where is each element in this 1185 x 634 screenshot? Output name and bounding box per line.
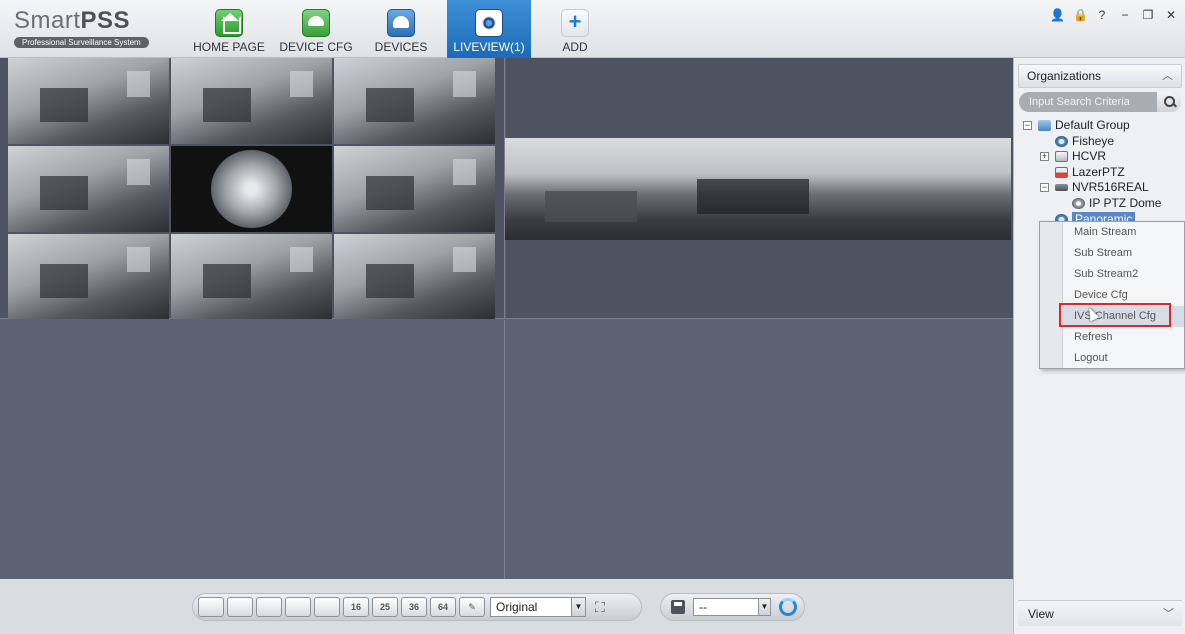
window-controls: 👤 🔒 ? − ❐ ✕ [1050, 8, 1177, 22]
help-icon[interactable]: ? [1096, 8, 1108, 22]
smartpss-logo: SmartPSS Professional Surveillance Syste… [14, 8, 169, 50]
context-menu: Main Stream Sub Stream Sub Stream2 Devic… [1039, 221, 1185, 369]
nav-add[interactable]: + ADD [545, 0, 605, 58]
menu-item-sub-stream2[interactable]: Sub Stream2 [1062, 264, 1184, 285]
nav-label: DEVICES [374, 40, 428, 54]
aspect-select[interactable]: Original ▼ [490, 597, 586, 617]
search-box [1019, 92, 1181, 112]
panoramic-video[interactable] [505, 138, 1011, 240]
tree-item-fisheye[interactable]: Fisheye [1055, 134, 1114, 149]
video-tile[interactable] [8, 234, 169, 319]
nav-device-cfg[interactable]: DEVICE CFG [278, 0, 354, 58]
tree-item-hcvr[interactable]: + HCVR [1040, 149, 1106, 164]
expand-icon[interactable]: + [1040, 152, 1049, 161]
tour-icon[interactable] [779, 598, 797, 616]
layout-button-group: 16 25 36 64 ✎ Original ▼ ⛶ [192, 593, 642, 621]
group-icon [1038, 120, 1051, 131]
device-cfg-icon [302, 9, 330, 37]
live-video-area[interactable] [0, 58, 1013, 579]
menu-item-device-cfg[interactable]: Device Cfg [1062, 285, 1184, 306]
video-tile[interactable] [8, 58, 169, 144]
minimize-icon[interactable]: − [1119, 8, 1131, 22]
video-tile[interactable] [171, 58, 332, 144]
organizations-title: Organizations [1027, 69, 1102, 83]
nav-label: ADD [562, 40, 588, 54]
aspect-select-value: Original [496, 600, 538, 614]
tree-item-label: HCVR [1072, 149, 1107, 163]
view-section-title: View [1028, 607, 1054, 621]
search-input[interactable] [1029, 94, 1157, 110]
close-icon[interactable]: ✕ [1165, 8, 1177, 22]
tree-item-label: IP PTZ Dome [1089, 196, 1162, 210]
tree-item-label: LazerPTZ [1072, 165, 1125, 179]
nav-liveview[interactable]: LIVEVIEW(1) [447, 0, 531, 58]
dome-camera-icon [1072, 198, 1085, 209]
nav-home-page[interactable]: HOME PAGE [190, 0, 268, 58]
video-pane-4[interactable] [506, 320, 1013, 579]
menu-item-main-stream[interactable]: Main Stream [1062, 222, 1184, 243]
dvr-icon [1055, 151, 1068, 162]
menu-item-ivs-channel-cfg[interactable]: IVS Channel Cfg [1062, 306, 1184, 327]
nav-label: DEVICE CFG [279, 40, 353, 54]
layout-4-button[interactable] [227, 597, 253, 617]
app-header: SmartPSS Professional Surveillance Syste… [0, 0, 1185, 58]
chevron-up-icon[interactable]: ︿ [1162, 65, 1173, 87]
custom-layout-icon[interactable]: ✎ [459, 597, 485, 617]
layout-25-button[interactable]: 25 [372, 597, 398, 617]
layout-1-button[interactable] [198, 597, 224, 617]
tree-item-label: Default Group [1055, 118, 1130, 132]
menu-item-refresh[interactable]: Refresh [1062, 327, 1184, 348]
liveview-icon [475, 9, 503, 37]
menu-item-sub-stream[interactable]: Sub Stream [1062, 243, 1184, 264]
tree-item-label: Fisheye [1072, 134, 1115, 148]
view-section-header[interactable]: View ﹀ [1018, 600, 1182, 626]
fisheye-video-tile[interactable] [171, 146, 332, 232]
collapse-icon[interactable]: − [1040, 183, 1049, 192]
chevron-down-icon: ▼ [571, 598, 585, 616]
nav-label: LIVEVIEW(1) [453, 40, 525, 54]
video-tile[interactable] [334, 234, 495, 319]
layout-9-button[interactable] [314, 597, 340, 617]
menu-item-logout[interactable]: Logout [1062, 348, 1184, 369]
tree-item-lazerptz[interactable]: LazerPTZ [1055, 165, 1125, 180]
chevron-down-icon[interactable]: ﹀ [1163, 601, 1174, 627]
nav-devices[interactable]: DEVICES [365, 0, 437, 58]
logo-subtitle: Professional Surveillance System [14, 37, 149, 48]
lock-icon[interactable]: 🔒 [1073, 8, 1088, 22]
devices-icon [387, 9, 415, 37]
restore-icon[interactable]: ❐ [1142, 8, 1154, 22]
fullscreen-icon[interactable]: ⛶ [595, 599, 605, 616]
video-tile[interactable] [334, 146, 495, 232]
tree-item-default-group[interactable]: − Default Group [1023, 118, 1130, 133]
video-pane-3[interactable] [0, 320, 505, 579]
chevron-down-icon: ▼ [758, 599, 770, 615]
logo-text: SmartPSS [14, 7, 131, 34]
view-select[interactable]: -- ▼ [693, 598, 771, 616]
nvr-icon [1055, 184, 1068, 191]
search-icon[interactable] [1157, 92, 1181, 112]
layout-6-button[interactable] [256, 597, 282, 617]
bottom-toolbar: 16 25 36 64 ✎ Original ▼ ⛶ -- ▼ [0, 579, 1013, 634]
ptz-icon [1055, 167, 1068, 178]
layout-64-button[interactable]: 64 [430, 597, 456, 617]
organizations-header[interactable]: Organizations ︿ [1018, 64, 1182, 88]
collapse-icon[interactable]: − [1023, 121, 1032, 130]
layout-8-button[interactable] [285, 597, 311, 617]
layout-16-button[interactable]: 16 [343, 597, 369, 617]
tree-item-ip-ptz-dome[interactable]: IP PTZ Dome [1072, 196, 1161, 211]
view-select-value: -- [699, 600, 707, 614]
video-tile[interactable] [171, 234, 332, 319]
view-save-group: -- ▼ [660, 593, 805, 621]
layout-36-button[interactable]: 36 [401, 597, 427, 617]
home-icon [215, 9, 243, 37]
video-tile[interactable] [334, 58, 495, 144]
video-tile[interactable] [8, 146, 169, 232]
tree-item-label: NVR516REAL [1072, 180, 1149, 194]
fisheye-camera-icon [1055, 136, 1068, 147]
add-icon: + [561, 9, 589, 37]
nav-label: HOME PAGE [193, 40, 265, 54]
tree-item-nvr516real[interactable]: − NVR516REAL [1040, 180, 1149, 195]
user-icon[interactable]: 👤 [1050, 8, 1065, 22]
save-icon[interactable] [671, 600, 685, 614]
